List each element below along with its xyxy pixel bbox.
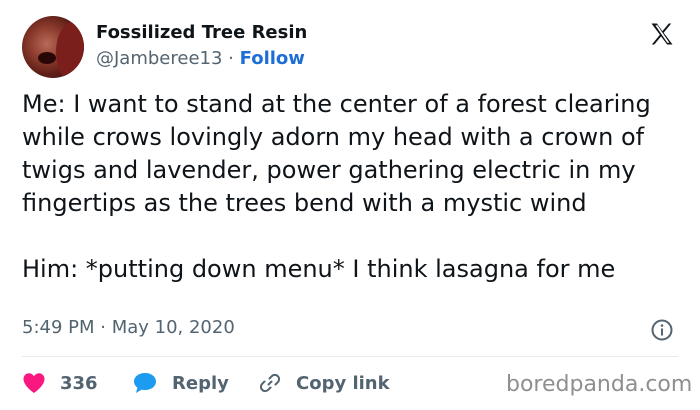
heart-icon <box>23 373 45 393</box>
link-icon <box>259 373 281 393</box>
author-handle[interactable]: @Jamberee13 <box>96 48 222 69</box>
follow-button[interactable]: Follow <box>240 48 305 69</box>
watermark: boredpanda.com <box>506 372 693 397</box>
author-handle-row: @Jamberee13 · Follow <box>96 48 305 69</box>
speech-bubble-icon <box>134 373 156 393</box>
avatar-mouth <box>38 52 56 64</box>
handle-separator: · <box>228 48 234 69</box>
tweet-timestamp[interactable]: 5:49 PM · May 10, 2020 <box>22 317 235 338</box>
like-count: 336 <box>60 372 98 394</box>
tweet-text: Me: I want to stand at the center of a f… <box>22 90 651 283</box>
like-button[interactable]: 336 <box>22 368 98 398</box>
copy-link-label: Copy link <box>296 372 390 394</box>
divider <box>22 356 678 357</box>
copy-link-button[interactable]: Copy link <box>258 368 390 398</box>
x-logo-icon[interactable] <box>648 20 676 48</box>
info-icon[interactable] <box>650 318 674 342</box>
avatar-hair <box>56 22 84 78</box>
author-display-name[interactable]: Fossilized Tree Resin <box>96 22 307 43</box>
author-avatar[interactable] <box>22 16 84 78</box>
reply-label: Reply <box>172 372 229 394</box>
reply-button[interactable]: Reply <box>132 368 229 398</box>
